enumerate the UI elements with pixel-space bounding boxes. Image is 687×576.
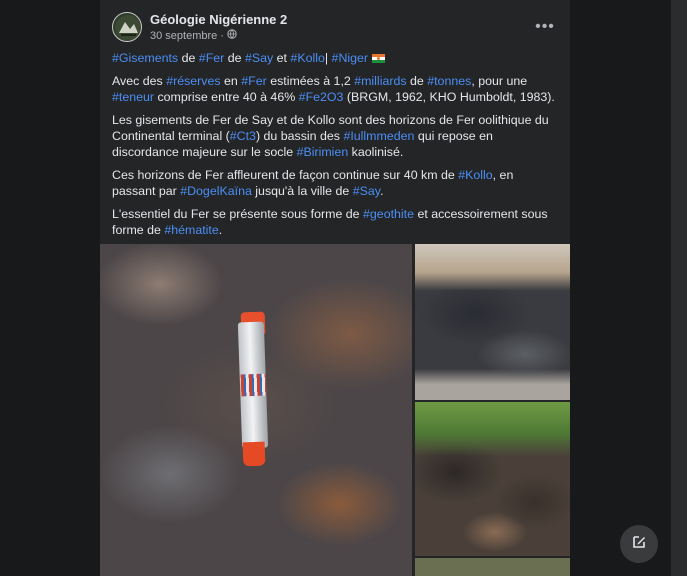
text: en (220, 74, 242, 88)
paragraph-5: L'essentiel du Fer se présente sous form… (112, 206, 560, 238)
text: ) du bassin des (255, 129, 344, 143)
globe-icon (227, 29, 237, 42)
text: L'essentiel du Fer se présente sous form… (112, 207, 364, 221)
text: Ces horizons de Fer affleurent de façon … (112, 168, 459, 182)
text: estimées à 1,2 (266, 74, 355, 88)
text: jusqu'à la ville de (251, 184, 353, 198)
text: . (218, 223, 223, 237)
pen-band (240, 373, 267, 397)
hashtag[interactable]: #Kollo (290, 51, 324, 65)
text: | (324, 51, 332, 65)
text: comprise entre 40 à 46% (154, 90, 299, 104)
paragraph-1: #Gisements de #Fer de #Say et #Kollo| #N… (112, 50, 560, 66)
photo-rock-with-pen[interactable] (100, 244, 412, 576)
paragraph-2: Avec des #réserves en #Fer estimées à 1,… (112, 73, 560, 105)
text: kaolinisé. (348, 145, 404, 159)
text: Avec des (112, 74, 167, 88)
text: (BRGM, 1962, KHO Humboldt, 1983). (343, 90, 555, 104)
hashtag[interactable]: #Kollo (458, 168, 492, 182)
avatar[interactable] (112, 12, 142, 42)
hashtag[interactable]: #Ct3 (230, 129, 256, 143)
photo-more[interactable] (415, 558, 570, 576)
hashtag[interactable]: #Say (245, 51, 273, 65)
post-text: #Gisements de #Fer de #Say et #Kollo| #N… (112, 50, 560, 245)
more-options-button[interactable]: ••• (532, 14, 558, 40)
text: de (178, 51, 199, 65)
hashtag[interactable]: #Birimien (297, 145, 349, 159)
paragraph-3: Les gisements de Fer de Say et de Kollo … (112, 112, 560, 160)
hashtag[interactable]: #tonnes (427, 74, 471, 88)
hashtag[interactable]: #DogelKaïna (180, 184, 252, 198)
post-header: Géologie Nigérienne 2 30 septembre · ••• (112, 10, 558, 46)
hashtag[interactable]: #Fer (241, 74, 266, 88)
hashtag[interactable]: #Fe2O3 (299, 90, 344, 104)
paragraph-4: Ces horizons de Fer affleurent de façon … (112, 167, 560, 199)
photo-outcrop[interactable] (415, 244, 570, 400)
pen-tip (242, 441, 266, 467)
hashtag[interactable]: #teneur (112, 90, 154, 104)
hashtag[interactable]: #milliards (354, 74, 406, 88)
post-card: Géologie Nigérienne 2 30 septembre · •••… (100, 0, 570, 576)
text: . (380, 184, 384, 198)
hashtag[interactable]: #hématite (164, 223, 218, 237)
post-meta: 30 septembre · (150, 29, 237, 42)
hashtag[interactable]: #Say (353, 184, 380, 198)
niger-flag-icon (371, 54, 385, 63)
scrollbar-track[interactable] (671, 0, 687, 576)
meta-separator: · (220, 29, 224, 42)
hashtag[interactable]: #Fer (199, 51, 224, 65)
edit-icon (631, 534, 647, 555)
new-message-button[interactable] (620, 525, 658, 563)
hashtag[interactable]: #Gisements (112, 51, 178, 65)
text: et (273, 51, 291, 65)
post-date[interactable]: 30 septembre (150, 30, 217, 42)
page-name[interactable]: Géologie Nigérienne 2 (150, 12, 287, 27)
photo-grid (100, 244, 570, 576)
photo-hillside[interactable] (415, 402, 570, 556)
hashtag[interactable]: #Niger (332, 51, 369, 65)
text: de (406, 74, 428, 88)
hashtag[interactable]: #geothite (363, 207, 414, 221)
text: de (224, 51, 245, 65)
hashtag[interactable]: #Iullmmeden (343, 129, 414, 143)
text: , pour une (471, 74, 528, 88)
hashtag[interactable]: #réserves (166, 74, 220, 88)
more-icon: ••• (535, 18, 555, 35)
